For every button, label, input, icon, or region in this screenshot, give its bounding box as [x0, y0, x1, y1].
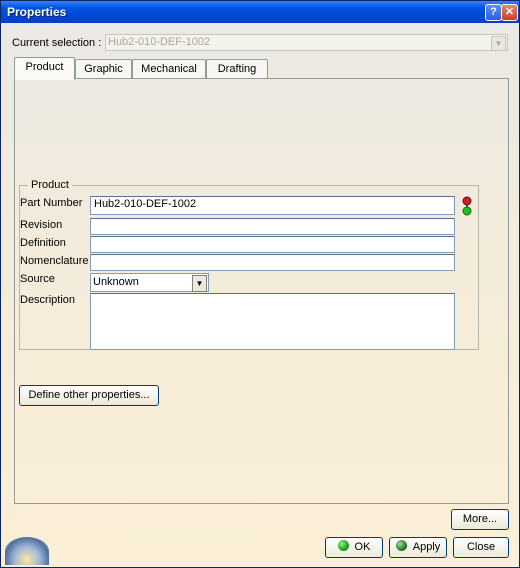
tab-graphic[interactable]: Graphic: [75, 59, 132, 79]
definition-field[interactable]: [90, 236, 455, 253]
status-light-icon: [462, 196, 472, 216]
source-select[interactable]: Unknown ▼: [90, 273, 209, 292]
nomenclature-label: Nomenclature: [20, 255, 89, 267]
dialog-body: Current selection : Hub2-010-DEF-1002 ▼ …: [1, 23, 519, 567]
revision-label: Revision: [20, 219, 63, 231]
description-label: Description: [20, 294, 76, 306]
part-number-field[interactable]: Hub2-010-DEF-1002: [90, 196, 455, 215]
tab-drafting[interactable]: Drafting: [206, 59, 268, 79]
close-button[interactable]: Close: [453, 537, 509, 558]
catia-logo-decoration: [5, 537, 49, 565]
current-selection-value: Hub2-010-DEF-1002: [108, 36, 211, 48]
ok-icon: [337, 540, 349, 551]
product-group-title: Product: [28, 179, 72, 191]
properties-dialog: Properties ? ✕ Current selection : Hub2-…: [0, 0, 520, 568]
tab-product[interactable]: Product: [14, 57, 75, 80]
define-other-properties-button[interactable]: Define other properties...: [19, 385, 159, 406]
nomenclature-field[interactable]: [90, 254, 455, 271]
part-number-value: Hub2-010-DEF-1002: [94, 198, 197, 210]
current-selection-combo: Hub2-010-DEF-1002 ▼: [105, 34, 508, 51]
window-title: Properties: [7, 5, 67, 19]
revision-field[interactable]: [90, 218, 455, 235]
source-label: Source: [20, 273, 55, 285]
close-window-button[interactable]: ✕: [501, 4, 518, 21]
chevron-down-icon[interactable]: ▼: [192, 275, 207, 292]
source-value: Unknown: [93, 276, 139, 288]
tab-mechanical[interactable]: Mechanical: [132, 59, 206, 79]
title-bar[interactable]: Properties ? ✕: [1, 1, 519, 23]
apply-label: Apply: [412, 541, 441, 553]
ok-button[interactable]: OK: [325, 537, 383, 558]
ok-label: OK: [354, 541, 371, 553]
apply-icon: [395, 540, 407, 551]
description-field[interactable]: [90, 293, 455, 350]
part-number-label: Part Number: [20, 197, 83, 209]
help-button[interactable]: ?: [485, 4, 502, 21]
apply-button[interactable]: Apply: [389, 537, 447, 558]
current-selection-label: Current selection :: [12, 37, 102, 49]
definition-label: Definition: [20, 237, 66, 249]
more-button[interactable]: More...: [451, 509, 509, 530]
chevron-down-icon: ▼: [491, 36, 506, 51]
